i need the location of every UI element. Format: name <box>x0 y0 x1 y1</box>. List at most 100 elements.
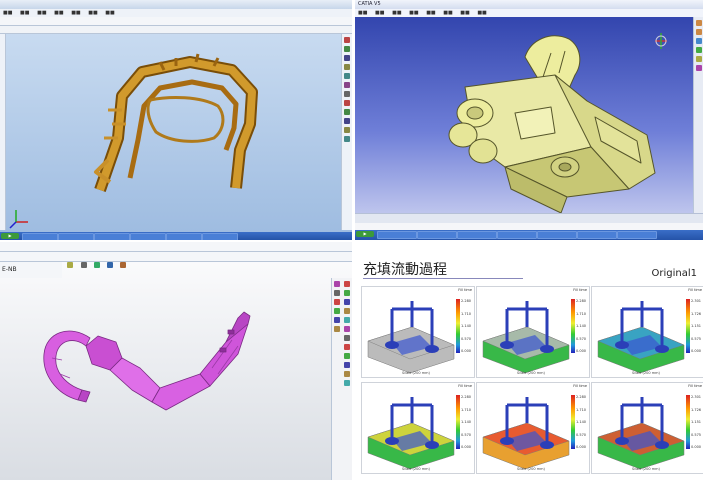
fill-result-panel: Fill time 2.280 1.710 1.140 0.570 0.000 Scale … <box>361 382 475 474</box>
scale-label: Scale (200 mm) <box>517 467 545 471</box>
menu-item-insert[interactable]: ■■ <box>426 10 435 16</box>
menu-item-file[interactable]: ■■ <box>375 10 384 16</box>
fillet-icon[interactable] <box>696 65 702 71</box>
taskbar-item[interactable] <box>497 231 537 239</box>
compass-widget[interactable] <box>655 33 667 49</box>
color-scale-tick-label: 1.726 <box>691 311 702 316</box>
pad-icon[interactable] <box>696 20 702 26</box>
edge-icon[interactable] <box>344 344 350 350</box>
taskbar-item[interactable] <box>417 231 457 239</box>
shaft-icon[interactable] <box>696 38 702 44</box>
filter-icon[interactable] <box>334 281 340 287</box>
select-icon[interactable] <box>334 290 340 296</box>
color-scale-tick-label: 2.301 <box>691 299 702 303</box>
viewport-catia[interactable] <box>355 17 693 213</box>
axis-icon[interactable] <box>344 380 350 386</box>
viewport-top-left[interactable] <box>0 0 352 240</box>
clamp-arm-model <box>43 311 251 411</box>
plane-icon[interactable] <box>344 371 350 377</box>
color-scale-tick-label: 1.140 <box>576 324 587 328</box>
offset-icon[interactable] <box>80 262 87 268</box>
menu-item-edit[interactable]: ■■ <box>392 10 401 16</box>
start-button[interactable]: ▶ <box>1 233 19 239</box>
blend-icon[interactable] <box>106 262 113 268</box>
color-scale-tick-label: 1.140 <box>461 324 472 328</box>
slide-title: 充填流動過程 <box>363 262 447 278</box>
hole-icon[interactable] <box>696 47 702 53</box>
color-scale-tick-label: 1.151 <box>691 324 702 328</box>
taskbar-item[interactable] <box>202 233 238 240</box>
legend-title: Fill time <box>573 384 587 388</box>
menu-item-window[interactable]: ■■ <box>460 10 469 16</box>
taskbar-item[interactable] <box>22 233 58 240</box>
color-scale-tick-label: 1.140 <box>461 420 472 424</box>
legend-title: Fill time <box>458 384 472 388</box>
color-scale-tick-label: 1.726 <box>691 407 702 412</box>
color-scale-tick-label: 2.301 <box>691 395 702 399</box>
curvature-icon[interactable] <box>344 299 350 305</box>
color-scale-tick-label: 1.710 <box>576 311 587 316</box>
pocket-icon[interactable] <box>696 29 702 35</box>
right-vertical-toolbar <box>341 278 352 480</box>
snap-icon[interactable] <box>334 299 340 305</box>
color-scale-tick-label: 0.570 <box>576 432 587 437</box>
right-vertical-toolbar-2 <box>331 278 342 480</box>
start-button[interactable]: ▶ <box>356 231 374 237</box>
taskbar-item[interactable] <box>577 231 617 239</box>
color-scale-tick-label: 0.000 <box>576 349 587 353</box>
axis-triad <box>9 210 28 229</box>
taskbar-item[interactable] <box>166 233 202 240</box>
color-scale-ticks: 2.280 1.710 1.140 0.570 0.000 <box>461 299 472 353</box>
color-scale-bar <box>571 299 575 353</box>
taskbar-item[interactable] <box>58 233 94 240</box>
color-scale-ticks: 2.280 1.710 1.140 0.570 0.000 <box>461 395 472 449</box>
taskbar-item[interactable] <box>457 231 497 239</box>
extend-icon[interactable] <box>67 262 74 268</box>
color-scale-ticks: 2.301 1.726 1.151 0.575 0.000 <box>691 395 702 449</box>
secondary-toolbar <box>0 252 352 268</box>
clearance-icon[interactable] <box>344 317 350 323</box>
viewport-bottom-left[interactable] <box>0 278 330 480</box>
color-scale-tick-label: 0.000 <box>461 349 472 353</box>
color-scale-tick-label: 0.000 <box>691 349 702 353</box>
point-icon[interactable] <box>344 362 350 368</box>
color-scale-bar <box>456 299 460 353</box>
layer-icon[interactable] <box>334 326 340 332</box>
color-scale-tick-label: 0.570 <box>461 336 472 341</box>
menu-item-help[interactable]: ■■ <box>477 10 486 16</box>
color-scale-tick-label: 1.710 <box>461 407 472 412</box>
deviation-icon[interactable] <box>344 326 350 332</box>
taskbar-item[interactable] <box>130 233 166 240</box>
slide-tag: Original1 <box>651 268 698 279</box>
color-scale-tick-label: 2.280 <box>576 395 587 399</box>
status-bar <box>355 223 703 230</box>
cad-window-top-left: ■■ ■■ ■■ ■■ ■■ ■■ ■■ ▶ <box>0 0 352 240</box>
taskbar-item[interactable] <box>617 231 657 239</box>
draft-icon[interactable] <box>344 290 350 296</box>
color-scale-tick-label: 2.280 <box>461 395 472 399</box>
normal-icon[interactable] <box>344 353 350 359</box>
color-scale-ticks: 2.280 1.710 1.140 0.570 0.000 <box>576 395 587 449</box>
taskbar-item[interactable] <box>377 231 417 239</box>
grid-icon[interactable] <box>334 308 340 314</box>
right-vertical-toolbar <box>693 17 703 213</box>
color-scale-tick-label: 0.575 <box>691 336 702 341</box>
analysis-icon[interactable] <box>344 281 350 287</box>
taskbar-item[interactable] <box>94 233 130 240</box>
scale-label: Scale (200 mm) <box>402 371 430 375</box>
taskbar-item[interactable] <box>537 231 577 239</box>
menu-item-view[interactable]: ■■ <box>409 10 418 16</box>
color-scale-tick-label: 1.151 <box>691 420 702 424</box>
menu-item-start[interactable]: ■■ <box>358 10 367 16</box>
toolbar-icons-2 <box>2 253 350 268</box>
toolbar-icons <box>2 243 350 258</box>
menu-item-tools[interactable]: ■■ <box>443 10 452 16</box>
menu-bar: ■■ ■■ ■■ ■■ ■■ ■■ ■■ ■■ <box>355 9 703 17</box>
fill-result-panel: Fill time 2.301 1.726 1.151 0.575 0.000 Scale … <box>591 286 703 378</box>
loft-icon[interactable] <box>119 262 126 268</box>
ortho-icon[interactable] <box>334 317 340 323</box>
rib-icon[interactable] <box>696 56 702 62</box>
surface-icon[interactable] <box>93 262 100 268</box>
thickness-icon[interactable] <box>344 308 350 314</box>
zebra-icon[interactable] <box>344 335 350 341</box>
